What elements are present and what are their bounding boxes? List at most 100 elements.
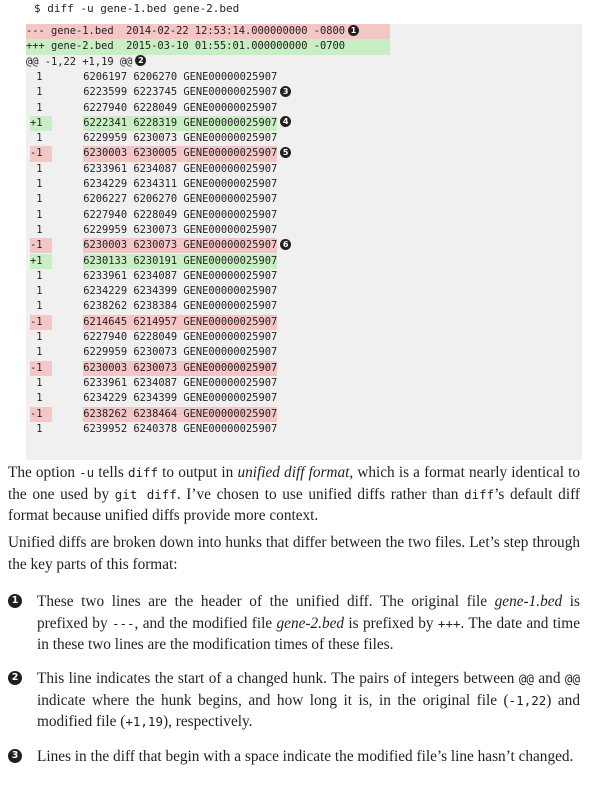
diff-line-marker: 1 (30, 223, 43, 236)
diff-line-gap (52, 147, 83, 159)
callout-4-icon: 4 (280, 116, 292, 128)
diff-line-text: 6206227 6206270 GENE00000025907 (83, 193, 278, 206)
diff-line: 1 6238262 6238384 GENE00000025907 (30, 299, 277, 314)
callout-6-icon: 6 (280, 238, 292, 250)
diff-line-gap (52, 362, 83, 374)
diff-line-text: 6206197 6206270 GENE00000025907 (83, 70, 278, 83)
diff-line-gap (52, 239, 83, 251)
callout-1-icon: 1 (348, 24, 360, 36)
note1-text-g: is prefixed by (344, 614, 438, 632)
diff-line-gap (52, 316, 83, 328)
diff-line-marker: 1 (30, 422, 43, 435)
diff-line-marker: -1 (30, 314, 52, 330)
para1-text-i: . I’ve chosen to use unified diffs rathe… (176, 485, 465, 503)
diff-line-gap (52, 102, 83, 114)
diff-line-text: 6238262 6238464 GENE00000025907 (83, 406, 278, 422)
diff-line: -1 6238262 6238464 GENE00000025907 (30, 406, 278, 422)
note2-code-at-1: @@ (518, 671, 534, 686)
diff-line-marker: -1 (30, 146, 52, 162)
diff-line: 1 6229959 6230073 GENE00000025907 (30, 131, 277, 146)
callout-3-bullet-icon: 3 (8, 749, 22, 763)
note2-text-e: indicate where the hunk begins, and how … (37, 691, 509, 709)
diff-line-gap (52, 377, 83, 389)
note1-em-gene2: gene-2.bed (276, 614, 345, 632)
shell-command: $ diff -u gene-1.bed gene-2.bed (34, 2, 240, 15)
callout-5-icon: 5 (280, 146, 292, 158)
diff-line: 1 6233961 6234087 GENE00000025907 (30, 162, 277, 177)
diff-line-marker: 1 (30, 285, 43, 298)
para1-text-c: tells (94, 464, 128, 481)
diff-line-gap (52, 178, 83, 190)
diff-line-marker: 1 (30, 269, 43, 282)
note-2-body: This line indicates the start of a chang… (37, 668, 580, 733)
diff-line-gap (52, 132, 83, 144)
diff-line-gap (52, 255, 83, 267)
diff-line-marker: 1 (30, 86, 43, 99)
diff-line-text: 6229959 6230073 GENE00000025907 (83, 346, 278, 359)
diff-line-text: 6214645 6214957 GENE00000025907 (83, 314, 278, 330)
diff-header-new-text: +++ gene-2.bed 2015-03-10 01:55:01.00000… (26, 40, 346, 53)
diff-line-marker: 1 (30, 346, 43, 359)
diff-line-text: 6227940 6228049 GENE00000025907 (83, 101, 278, 114)
diff-line: 1 6234229 6234311 GENE00000025907 (30, 177, 277, 192)
diff-line: 1 6233961 6234087 GENE00000025907 (30, 269, 277, 284)
diff-line: 1 6227940 6228049 GENE00000025907 (30, 208, 277, 223)
diff-hunk-header-text: @@ -1,22 +1,19 @@ (26, 55, 133, 68)
note2-text-c: and (533, 670, 565, 687)
diff-line-text: 6230003 6230073 GENE00000025907 (83, 238, 278, 254)
diff-line: 1 6229959 6230073 GENE00000025907 (30, 223, 277, 238)
note-1-body: These two lines are the header of the un… (37, 591, 580, 656)
diff-line-gap (52, 163, 83, 175)
diff-line-text: 6233961 6234087 GENE00000025907 (83, 269, 278, 282)
note1-code-plus: +++ (437, 615, 461, 631)
diff-line-text: 6230003 6230005 GENE00000025907 (83, 146, 278, 162)
diff-line: -1 6230003 6230073 GENE00000025907 (30, 360, 278, 376)
para1-code-diff-2: diff (464, 486, 495, 502)
diff-line-text: 6222341 6228319 GENE00000025907 (83, 115, 278, 132)
para1-code-u: -u (79, 465, 95, 480)
note1-text-a: These two lines are the header of the un… (37, 593, 495, 610)
para1-text-e: to output in (158, 464, 238, 481)
diff-line: 1 6223599 6223745 GENE00000025907 3 (30, 85, 292, 100)
diff-line: 1 6206227 6206270 GENE00000025907 (30, 192, 277, 207)
diff-line-text: 6239952 6240378 GENE00000025907 (83, 422, 278, 435)
diff-line-text: 6230133 6230191 GENE00000025907 (83, 253, 278, 269)
diff-line-text: 6229959 6230073 GENE00000025907 (83, 132, 278, 145)
paragraph-hunks-intro: Unified diffs are broken down into hunks… (8, 534, 580, 573)
diff-line-text: 6234229 6234399 GENE00000025907 (83, 392, 278, 405)
diff-header-new: +++ gene-2.bed 2015-03-10 01:55:01.00000… (26, 39, 390, 55)
diff-line-marker: 1 (30, 178, 43, 190)
diff-header-old-text: --- gene-1.bed 2014-02-22 12:53:14.00000… (26, 25, 346, 37)
diff-line: 1 6239952 6240378 GENE00000025907 (30, 422, 277, 437)
diff-line: +1 6222341 6228319 GENE00000025907 4 (30, 115, 292, 132)
diff-line-text: 6234229 6234399 GENE00000025907 (83, 285, 278, 298)
note1-text-e: , and the modified file (134, 614, 277, 632)
diff-line-marker: 1 (30, 208, 43, 221)
note2-code-at-2: @@ (564, 671, 580, 686)
diff-line-marker: 1 (30, 300, 43, 313)
diff-line-text: 6233961 6234087 GENE00000025907 (83, 162, 278, 175)
diff-line: 1 6229959 6230073 GENE00000025907 (30, 345, 277, 360)
diff-line-text: 6227940 6228049 GENE00000025907 (83, 208, 278, 221)
diff-line: -1 6214645 6214957 GENE00000025907 (30, 314, 278, 330)
callout-2-bullet-icon: 2 (8, 671, 22, 685)
diff-output-block: --- gene-1.bed 2014-02-22 12:53:14.00000… (26, 24, 582, 460)
diff-line-marker: +1 (30, 253, 52, 269)
diff-line-marker: 1 (30, 392, 43, 405)
diff-line-marker: -1 (30, 238, 52, 254)
diff-line-gap (52, 117, 83, 129)
diff-line-gap (52, 300, 83, 312)
diff-line-text: 6238262 6238384 GENE00000025907 (83, 300, 278, 313)
diff-hunk-header: @@ -1,22 +1,19 @@ 2 (26, 55, 147, 70)
diff-line-text: 6229959 6230073 GENE00000025907 (83, 223, 278, 236)
note2-code-new-range: +1,19 (125, 714, 163, 729)
note2-text-i: ), respectively. (163, 713, 253, 730)
diff-line-gap (52, 270, 83, 282)
diff-line-marker: -1 (30, 360, 52, 376)
diff-line-gap (52, 86, 83, 98)
diff-line-gap (52, 224, 83, 236)
diff-line-gap (52, 285, 83, 297)
diff-line-marker: +1 (30, 115, 52, 132)
diff-line-text: 6233961 6234087 GENE00000025907 (83, 376, 278, 389)
diff-line-gap (52, 71, 83, 83)
